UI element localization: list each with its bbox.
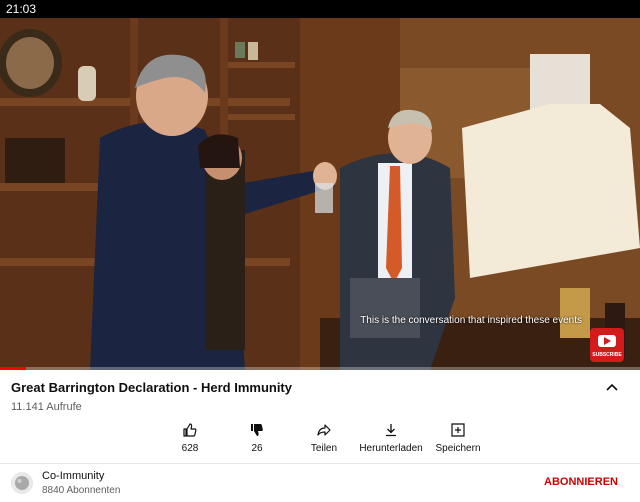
channel-avatar[interactable] [11,472,33,494]
save-button[interactable]: Speichern [418,420,498,460]
status-time: 21:03 [6,2,37,16]
share-icon [317,424,331,436]
save-playlist-icon [451,423,465,437]
view-count: 11.141 Aufrufe [11,401,82,413]
video-player[interactable]: This is the conversation that inspired t… [0,18,640,370]
channel-row: Co-Immunity 8840 Abonnenten ABONNIEREN [0,464,640,502]
youtube-play-icon [598,335,616,347]
save-label: Speichern [435,443,481,454]
chevron-up-icon[interactable] [604,380,620,396]
progress-bar[interactable] [0,367,640,370]
progress-bar-fill [0,367,26,370]
thumbs-up-icon [183,423,197,437]
subscribe-watermark-label: SUBSCRIBE [592,352,622,358]
download-icon [386,424,396,437]
action-bar: 628 26 Teilen Herunterladen Speichern [150,420,490,460]
video-title[interactable]: Great Barrington Declaration - Herd Immu… [11,380,292,395]
channel-name[interactable]: Co-Immunity [42,470,104,482]
video-caption: This is the conversation that inspired t… [360,315,582,326]
status-bar: 21:03 [0,0,640,18]
subscribe-watermark[interactable]: SUBSCRIBE [590,328,624,362]
thumbs-down-icon [251,424,263,436]
subscribe-button[interactable]: ABONNIEREN [544,476,618,488]
subscriber-count: 8840 Abonnenten [42,485,121,496]
